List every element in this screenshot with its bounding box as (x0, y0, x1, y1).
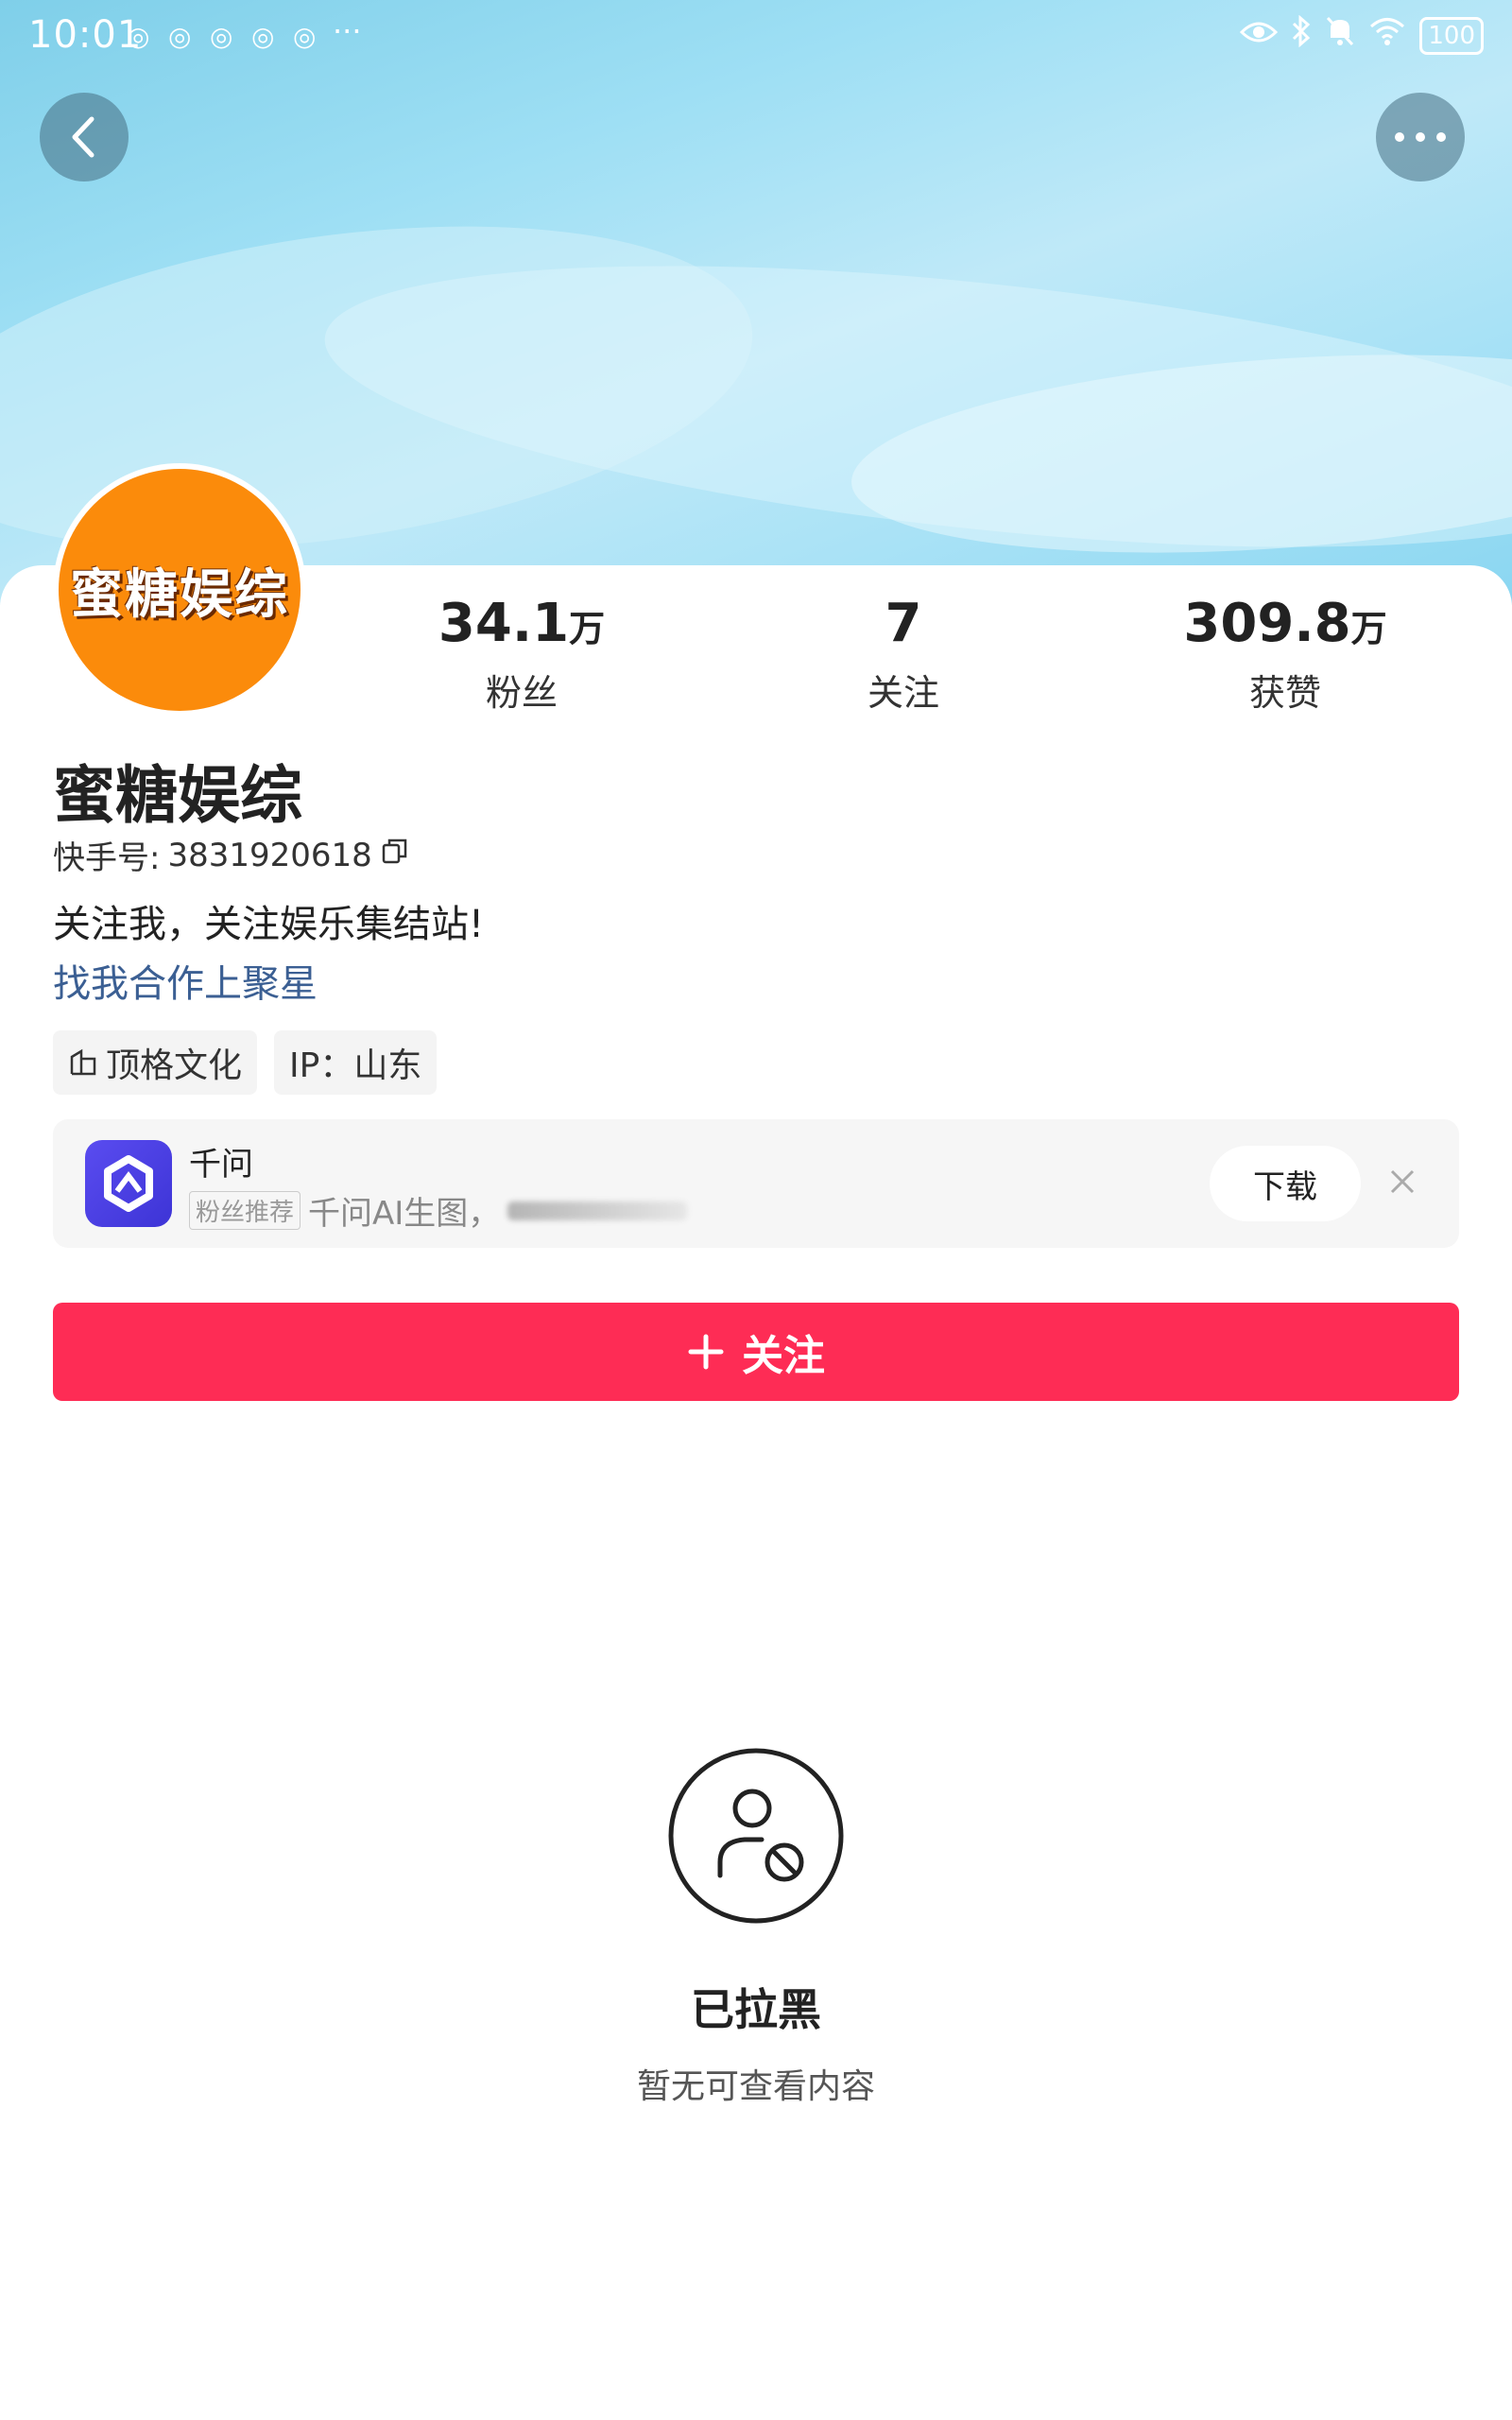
copy-icon[interactable] (380, 836, 410, 874)
ad-description: 千问AI生图， (308, 1195, 501, 1233)
ad-blurred-text (507, 1201, 688, 1220)
profile-name: 蜜糖娱综 (53, 759, 302, 832)
company-tag-label: 顶格文化 (106, 1046, 243, 1085)
app-logo-icon (85, 1140, 172, 1227)
company-tag[interactable]: 顶格文化 (53, 1030, 258, 1095)
blocked-subtitle: 暂无可查看内容 (636, 2067, 875, 2106)
building-icon (70, 1048, 96, 1076)
stat-label: 获赞 (1248, 672, 1321, 714)
plus-icon (688, 1334, 724, 1370)
stat-unit: 万 (569, 608, 606, 649)
notification-icon: ◎ (127, 21, 150, 52)
avatar-text: 蜜糖娱综 (70, 563, 289, 626)
status-time: 10:01 (28, 13, 143, 57)
notification-icon: ◎ (210, 21, 233, 52)
stat-label: 粉丝 (485, 672, 558, 714)
avatar[interactable]: 蜜糖娱综 (53, 463, 306, 717)
more-notifications-icon: ··· (333, 13, 362, 49)
follow-button[interactable]: 关注 (53, 1303, 1459, 1401)
close-icon[interactable] (1382, 1161, 1423, 1202)
more-dots-icon (1395, 132, 1446, 142)
back-button[interactable] (40, 93, 129, 182)
kuaishou-id-row: 快手号: 3831920618 (53, 832, 410, 878)
ad-badge: 粉丝推荐 (189, 1191, 301, 1230)
battery-indicator: 100 (1419, 16, 1484, 55)
more-options-button[interactable] (1376, 93, 1465, 182)
mute-bell-icon (1325, 15, 1355, 56)
stat-number: 7 (885, 593, 922, 654)
kuaishou-id-value: 3831920618 (167, 836, 372, 874)
kuaishou-id-label: 快手号: (53, 839, 161, 877)
blocked-title: 已拉黑 (691, 1984, 821, 2035)
blocked-user-icon (668, 1748, 844, 1924)
download-button[interactable]: 下载 (1210, 1146, 1361, 1221)
ad-banner[interactable]: 千问 粉丝推荐 千问AI生图， 下载 (53, 1119, 1459, 1248)
stat-followers[interactable]: 34.1万 粉丝 (399, 591, 644, 716)
stat-label: 关注 (867, 672, 939, 714)
ad-subtitle: 粉丝推荐 千问AI生图， (189, 1187, 688, 1234)
wifi-icon (1368, 16, 1406, 55)
cooperation-link[interactable]: 找我合作上聚星 (53, 953, 318, 1008)
notification-icon: ◎ (168, 21, 192, 52)
stat-number: 309.8 (1183, 593, 1351, 654)
ip-tag-label: IP：山东 (289, 1046, 422, 1085)
follow-button-label: 关注 (742, 1332, 825, 1380)
profile-bio: 关注我，关注娱乐集结站! (53, 903, 485, 946)
notification-icon: ◎ (251, 21, 275, 52)
eye-icon (1240, 17, 1279, 55)
ip-tag: IP：山东 (274, 1030, 438, 1095)
notification-icon: ◎ (293, 21, 317, 52)
stat-number: 34.1 (438, 593, 570, 654)
stat-likes[interactable]: 309.8万 获赞 (1162, 591, 1408, 716)
status-bar: 10:01 ◎ ◎ ◎ ◎ ◎ ··· 100 (0, 0, 1512, 76)
profile-tags: 顶格文化 IP：山东 (53, 1030, 438, 1095)
stat-unit: 万 (1350, 608, 1387, 649)
chevron-left-icon (72, 116, 94, 158)
stat-following[interactable]: 7 关注 (781, 591, 1026, 716)
bluetooth-icon (1291, 14, 1312, 56)
ad-app-name: 千问 (189, 1146, 253, 1184)
